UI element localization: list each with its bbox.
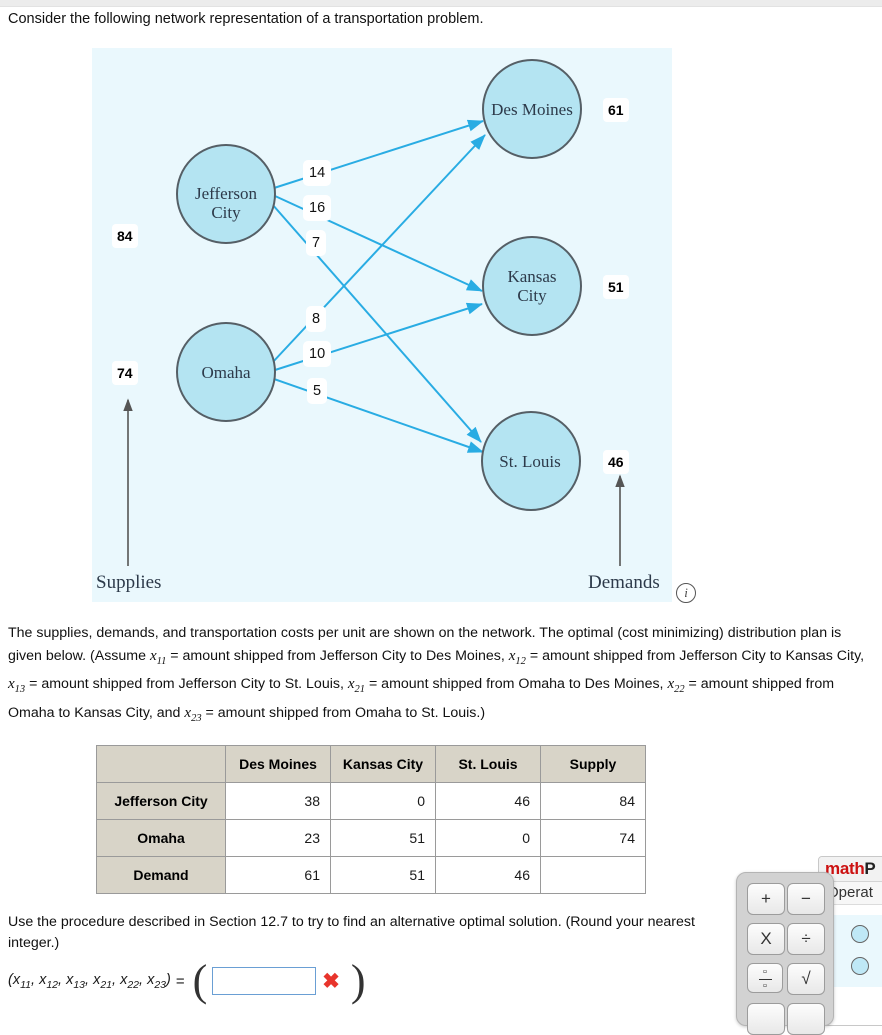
arc-jc-st-louis	[271, 203, 482, 443]
table-header-row: Des Moines Kansas City St. Louis Supply	[96, 745, 646, 783]
table-row-header-jefferson-city: Jefferson City	[96, 782, 226, 820]
table-col-supply: Supply	[540, 745, 646, 783]
table-col-st-louis: St. Louis	[435, 745, 541, 783]
key-extra-right[interactable]	[787, 1003, 825, 1035]
preview-node	[851, 925, 869, 943]
question-2-text: Use the procedure described in Section 1…	[8, 914, 695, 951]
arc-cost-jc-kansas-city: 16	[303, 195, 332, 221]
arc-omaha-st-louis	[273, 378, 484, 453]
table-row: Jefferson City 38 0 46 84	[96, 782, 646, 820]
close-paren: )	[350, 956, 366, 1005]
table-row: Omaha 23 51 0 74	[96, 819, 646, 857]
network-diagram-svg	[123, 59, 625, 566]
network-diagram-panel: Jefferson City Omaha Des Moines Kansas C…	[92, 48, 672, 602]
distribution-table: Des Moines Kansas City St. Louis Supply …	[96, 745, 646, 894]
demands-label: Demands	[588, 572, 660, 593]
node-st-louis	[481, 411, 581, 511]
fraction-denominator-box: ▫	[763, 980, 767, 992]
var-x23: x23	[184, 704, 202, 724]
arc-cost-omaha-des-moines: 8	[306, 306, 327, 332]
key-divide[interactable]: ÷	[787, 923, 825, 955]
key-square-root[interactable]: √	[787, 963, 825, 995]
table-corner-cell	[96, 745, 226, 783]
supply-value-omaha: 74	[112, 361, 138, 385]
fraction-numerator-box: ▫	[763, 966, 767, 978]
answer-variable-tuple: (x11, x12, x13, x21, x22, x23)	[8, 971, 171, 991]
var-x22: x22	[667, 676, 685, 695]
table-cell-demand-supply-blank	[540, 856, 646, 894]
key-minus[interactable]: −	[787, 883, 825, 915]
info-icon[interactable]: i	[676, 583, 696, 603]
mathpad-preview-diagram	[829, 915, 882, 987]
preview-node	[851, 957, 869, 975]
demand-value-st-louis: 46	[603, 450, 629, 474]
table-col-des-moines: Des Moines	[225, 745, 331, 783]
arc-cost-omaha-kansas-city: 10	[303, 341, 332, 367]
table-cell-jc-supply: 84	[540, 782, 646, 820]
arc-cost-jc-des-moines: 14	[303, 160, 332, 186]
table-cell-demand-st-louis: 46	[435, 856, 541, 894]
table-cell-demand-kansas-city: 51	[330, 856, 436, 894]
table-row: Demand 61 51 46	[96, 856, 646, 894]
prose-seg-5: = amount shipped from Omaha to Des Moine…	[365, 676, 668, 692]
table-col-kansas-city: Kansas City	[330, 745, 436, 783]
table-cell-jc-st-louis: 46	[435, 782, 541, 820]
table-cell-omaha-des-moines: 23	[225, 819, 331, 857]
answer-input[interactable]	[212, 967, 317, 995]
table-cell-omaha-supply: 74	[540, 819, 646, 857]
problem-description: The supplies, demands, and transportatio…	[8, 622, 874, 730]
math-keypad[interactable]: + − X ÷ ▫ ▫ √	[736, 872, 834, 1035]
table-cell-demand-des-moines: 61	[225, 856, 331, 894]
demand-value-kansas-city: 51	[603, 275, 629, 299]
demand-value-des-moines: 61	[603, 98, 629, 122]
node-jefferson-city	[176, 144, 276, 244]
var-x11: x11	[149, 647, 167, 667]
table-cell-omaha-st-louis: 0	[435, 819, 541, 857]
intro-text: Consider the following network represent…	[8, 11, 484, 27]
distribution-table-wrapper: Des Moines Kansas City St. Louis Supply …	[96, 745, 646, 894]
prose-seg-2: = amount shipped from Jefferson City to …	[166, 647, 509, 664]
arc-cost-jc-st-louis: 7	[306, 230, 327, 256]
node-des-moines	[482, 59, 582, 159]
key-multiply[interactable]: X	[747, 923, 785, 955]
prose-seg-4: = amount shipped from Jefferson City to …	[25, 676, 348, 692]
equals-sign: =	[175, 972, 185, 990]
prose-seg-7: = amount shipped from Omaha to St. Louis…	[201, 704, 486, 721]
var-x13: x13	[8, 676, 26, 695]
table-row-header-omaha: Omaha	[96, 819, 226, 857]
table-cell-jc-des-moines: 38	[225, 782, 331, 820]
window-top-strip	[0, 0, 882, 7]
node-omaha	[176, 322, 276, 422]
prose-seg-3: = amount shipped from Jefferson City to …	[525, 647, 865, 664]
key-extra-left[interactable]	[747, 1003, 785, 1035]
mathpad-title-dark: P	[864, 859, 876, 878]
incorrect-mark-icon: ✖	[322, 969, 340, 993]
var-x21: x21	[347, 676, 366, 695]
supply-value-jefferson-city: 84	[112, 224, 138, 248]
var-x12: x12	[508, 647, 526, 667]
node-kansas-city	[482, 236, 582, 336]
open-paren: (	[192, 956, 208, 1005]
table-row-header-demand: Demand	[96, 856, 226, 894]
table-cell-omaha-kansas-city: 51	[330, 819, 436, 857]
key-plus[interactable]: +	[747, 883, 785, 915]
table-cell-jc-kansas-city: 0	[330, 782, 436, 820]
supplies-label: Supplies	[96, 572, 162, 593]
answer-row: (x11, x12, x13, x21, x22, x23) = ( ✖ )	[8, 956, 369, 1005]
arc-cost-omaha-st-louis: 5	[307, 378, 328, 404]
key-fraction[interactable]: ▫ ▫	[747, 963, 783, 993]
